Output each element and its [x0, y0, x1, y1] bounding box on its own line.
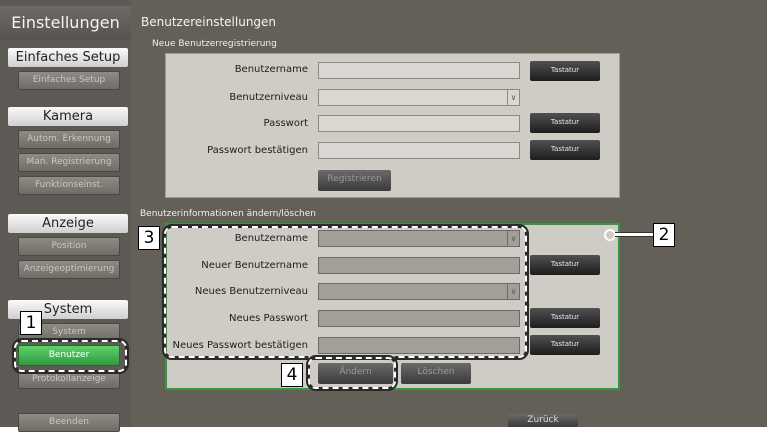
register-button[interactable]: Registrieren: [318, 170, 391, 191]
keyboard-button-confirm-password[interactable]: Tastatur: [530, 140, 600, 160]
chevron-down-icon: ∨: [507, 90, 519, 105]
label-user-level: Benutzerniveau: [229, 92, 308, 103]
keyboard-button-new-confirm-password[interactable]: Tastatur: [530, 335, 600, 355]
callout-dash-3: [164, 226, 527, 358]
sidebar-item-auto-detect[interactable]: Autom. Erkennung: [18, 130, 120, 149]
delete-button[interactable]: Löschen: [401, 363, 471, 384]
callout-line-2: [615, 232, 653, 237]
edit-user-header: Benutzerinformationen ändern/löschen: [140, 209, 316, 219]
callout-number-3: 3: [138, 226, 160, 250]
callout-number-4: 4: [281, 363, 303, 387]
sidebar-title: Einstellungen: [0, 6, 131, 40]
sidebar-item-manual-registration[interactable]: Man. Registrierung: [18, 153, 120, 172]
label-password: Passwort: [263, 118, 308, 129]
callout-dash-1: [14, 340, 127, 372]
back-button[interactable]: Zurück: [508, 414, 578, 427]
callout-number-1: 1: [20, 311, 42, 335]
section-head-camera: Kamera: [8, 107, 128, 126]
sidebar-item-position[interactable]: Position: [18, 237, 120, 256]
sidebar-item-display-optimization[interactable]: Anzeigeoptimierung: [18, 260, 120, 279]
label-confirm-password: Passwort bestätigen: [207, 145, 308, 156]
callout-dash-4: [308, 357, 396, 389]
keyboard-button-new-password[interactable]: Tastatur: [530, 308, 600, 328]
keyboard-button-new-username[interactable]: Tastatur: [530, 255, 600, 275]
sidebar-item-function-settings[interactable]: Funktionseinst.: [18, 176, 120, 195]
keyboard-button-username[interactable]: Tastatur: [530, 61, 600, 81]
keyboard-button-password[interactable]: Tastatur: [530, 113, 600, 133]
password-input[interactable]: [318, 115, 520, 132]
section-head-display: Anzeige: [8, 214, 128, 233]
new-user-header: Neue Benutzerregistrierung: [152, 39, 277, 49]
section-head-easy-setup: Einfaches Setup: [8, 48, 128, 67]
page-title: Benutzereinstellungen: [141, 15, 277, 29]
user-level-select[interactable]: ∨: [318, 89, 520, 106]
label-username: Benutzername: [234, 64, 308, 75]
username-input[interactable]: [318, 62, 520, 79]
sidebar-item-easy-setup[interactable]: Einfaches Setup: [18, 71, 120, 90]
callout-number-2: 2: [653, 223, 675, 247]
exit-button[interactable]: Beenden: [18, 413, 120, 432]
confirm-password-input[interactable]: [318, 142, 520, 159]
